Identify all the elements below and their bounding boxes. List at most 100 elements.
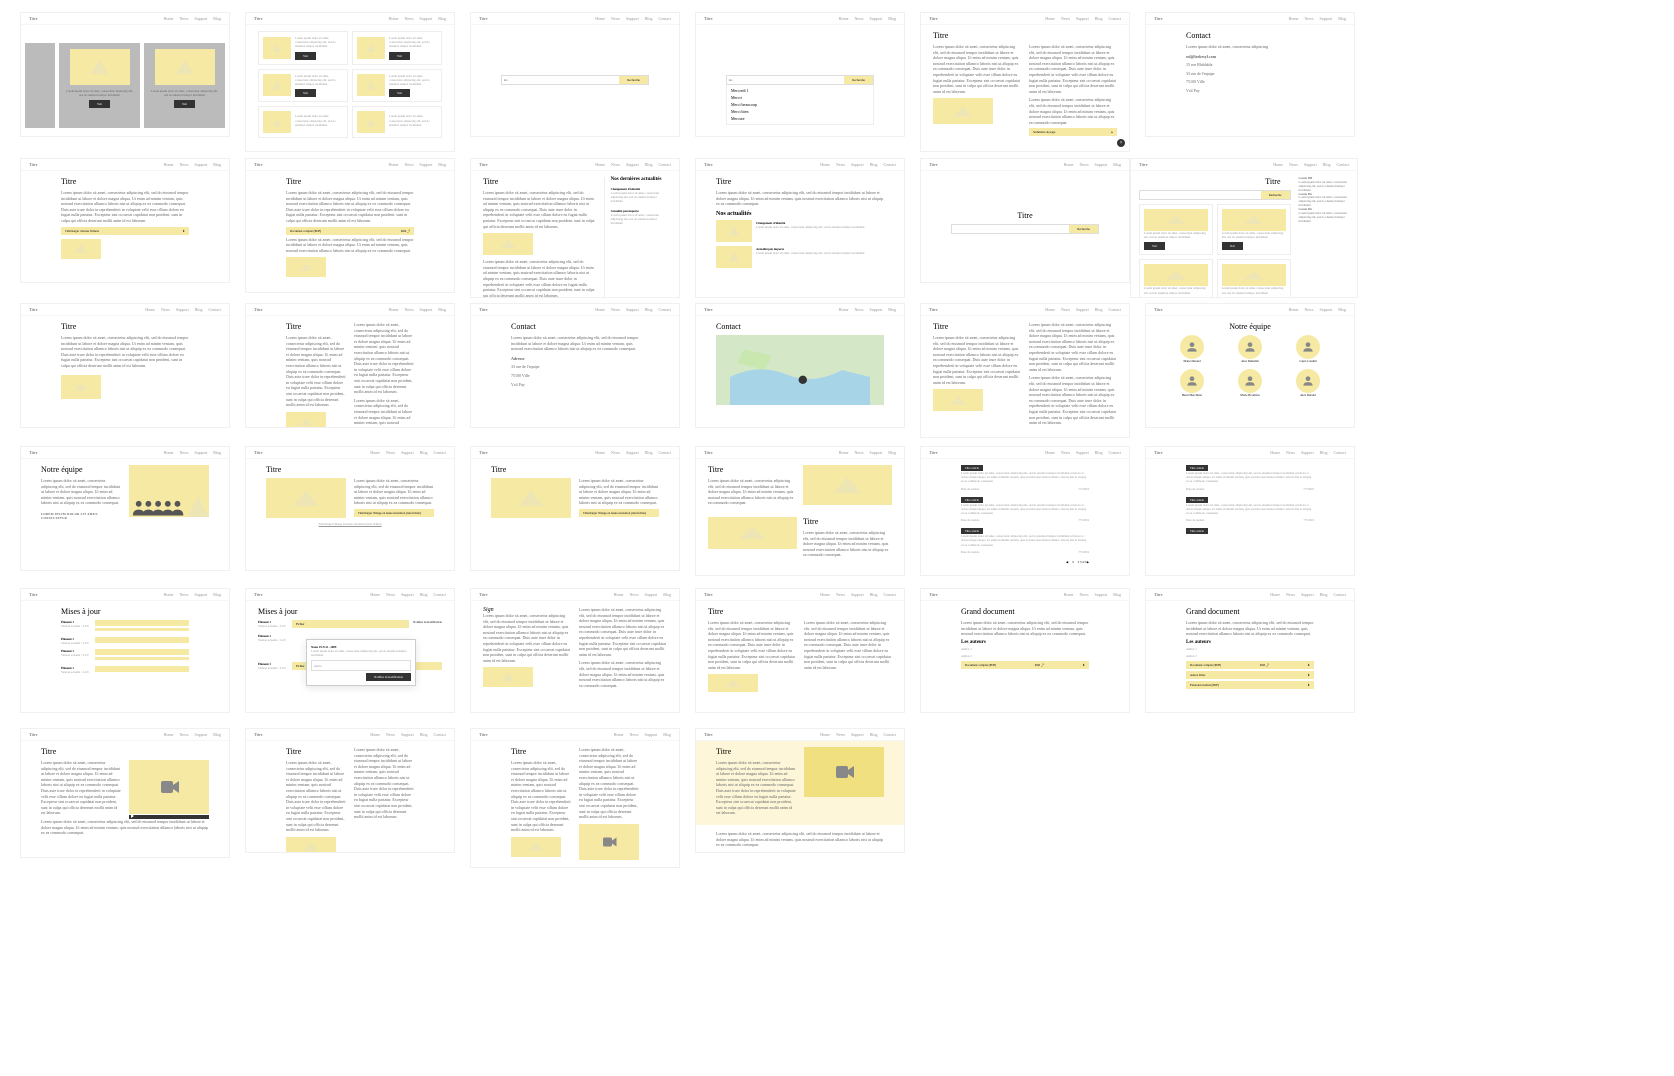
nav-link[interactable]: Home	[164, 450, 174, 455]
nav-link[interactable]: Support	[195, 16, 208, 21]
nav-link[interactable]: Home	[1064, 592, 1074, 597]
nav-link[interactable]: Contact	[659, 307, 671, 312]
nav-link[interactable]: Contact	[1334, 592, 1346, 597]
nav-link[interactable]: News	[179, 592, 188, 597]
nav-link[interactable]: Support	[401, 450, 414, 455]
team-member[interactable]: Henri Mercilleur	[1166, 369, 1218, 397]
nav-link[interactable]: News	[386, 592, 395, 597]
nav-link[interactable]: Support	[645, 592, 658, 597]
nav-link[interactable]: Home	[164, 162, 174, 167]
map-widget[interactable]	[716, 335, 884, 405]
nav-link[interactable]: News	[179, 162, 188, 167]
nav-link[interactable]: News	[611, 450, 620, 455]
carousel-card-2[interactable]: Lorem ipsum dolor sit amet, consectetur …	[144, 43, 225, 128]
nav-link[interactable]: News	[611, 307, 620, 312]
result-card[interactable]: Lorem ipsum dolor sit amet, consectetur …	[1139, 204, 1213, 255]
nav-link[interactable]: Support	[195, 592, 208, 597]
update-row[interactable]: Élément 1Version actuelle : 2.1N	[61, 649, 189, 662]
nav-link[interactable]: Blog	[870, 592, 878, 597]
autocomplete-item[interactable]: Mercredi 1	[729, 87, 871, 94]
nav-link[interactable]: Support	[1095, 592, 1108, 597]
nav-link[interactable]: Contact	[209, 307, 221, 312]
nav-link[interactable]: Home	[1045, 307, 1055, 312]
nav-link[interactable]: News	[404, 307, 413, 312]
nav-link[interactable]: News	[1286, 450, 1295, 455]
nav-link[interactable]: Blog	[888, 450, 896, 455]
nav-link[interactable]: News	[629, 732, 638, 737]
nav-link[interactable]: Blog	[195, 307, 203, 312]
news-row[interactable]: Changement d'identitéLorem ipsum dolor s…	[716, 220, 884, 242]
nav-link[interactable]: Support	[195, 732, 208, 737]
nav-link[interactable]: Home	[370, 592, 380, 597]
nav-link[interactable]: Support	[851, 592, 864, 597]
nav-link[interactable]: Support	[626, 307, 639, 312]
cta-button[interactable]: Voir	[89, 100, 110, 108]
nav-link[interactable]: Home	[370, 732, 380, 737]
nav-link[interactable]: News	[386, 732, 395, 737]
close-icon[interactable]: ×	[1117, 139, 1125, 147]
nav-link[interactable]: Contact	[1109, 16, 1121, 21]
nav-link[interactable]: Home	[595, 450, 605, 455]
nav-link[interactable]: Support	[420, 307, 433, 312]
video-hero[interactable]	[804, 747, 884, 797]
nav-link[interactable]: News	[611, 16, 620, 21]
toc-line[interactable]: Sommaire de page▸	[1029, 128, 1117, 136]
nav-link[interactable]: Support	[1076, 16, 1089, 21]
nav-link[interactable]: Blog	[870, 162, 878, 167]
autocomplete-item[interactable]: Merci beaucoup	[729, 101, 871, 108]
pagination[interactable]: ◀ 1 2 3 4 5 ▶	[961, 560, 1089, 564]
nav-link[interactable]: Support	[176, 307, 189, 312]
nav-link[interactable]: Blog	[1095, 16, 1103, 21]
nav-link[interactable]: Support	[851, 732, 864, 737]
video-progress[interactable]	[129, 815, 209, 819]
nav-link[interactable]: News	[854, 16, 863, 21]
nav-link[interactable]: Blog	[1338, 16, 1346, 21]
nav-link[interactable]: Home	[820, 162, 830, 167]
nav-link[interactable]: Support	[870, 16, 883, 21]
nav-link[interactable]: Contact	[434, 732, 446, 737]
update-row[interactable]: Élément 1Version actuelle : 2.1N	[61, 620, 189, 633]
product-card[interactable]: Lorem ipsum dolor sit amet, consectetur …	[258, 31, 348, 65]
nav-link[interactable]: Support	[1320, 16, 1333, 21]
nav-link[interactable]: News	[1304, 16, 1313, 21]
nav-link[interactable]: Blog	[1095, 450, 1103, 455]
nav-link[interactable]: Contact	[1109, 307, 1121, 312]
article-item[interactable]: Titre articleLorem ipsum dolor sit amet,…	[961, 497, 1089, 523]
search-input[interactable]	[727, 76, 844, 84]
nav-link[interactable]: Home	[1270, 450, 1280, 455]
image-caption-link[interactable]: Télécharger l'image en haute résolution …	[266, 522, 434, 526]
nav-link[interactable]: News	[404, 16, 413, 21]
product-card[interactable]: Lorem ipsum dolor sit amet, consectetur …	[258, 69, 348, 103]
autocomplete-item[interactable]: Merci bien	[729, 108, 871, 115]
logo[interactable]: Titre	[29, 16, 38, 21]
nav-link[interactable]: Contact	[884, 162, 896, 167]
nav-link[interactable]: Home	[1270, 592, 1280, 597]
nav-link[interactable]: Home	[1289, 307, 1299, 312]
nav-link[interactable]: Support	[420, 162, 433, 167]
nav-link[interactable]: Support	[645, 732, 658, 737]
nav-link[interactable]: News	[1061, 450, 1070, 455]
nav-link[interactable]: Blog	[645, 450, 653, 455]
product-card[interactable]: Lorem ipsum dolor sit amet, consectetur …	[258, 106, 348, 138]
nav-link[interactable]: News	[161, 307, 170, 312]
nav-link[interactable]: Support	[401, 732, 414, 737]
nav-link[interactable]: Blog	[213, 16, 221, 21]
nav-link[interactable]: Home	[614, 732, 624, 737]
nav-link[interactable]: Support	[1304, 162, 1317, 167]
nav-link[interactable]: Home	[164, 732, 174, 737]
team-member[interactable]: Marie Brouillon	[1224, 369, 1276, 397]
nav-link[interactable]: Home	[145, 307, 155, 312]
search-button[interactable]: Recherche	[619, 76, 648, 84]
nav-link[interactable]: Blog	[1095, 307, 1103, 312]
nav-link[interactable]: Blog	[213, 450, 221, 455]
product-card[interactable]: Lorem ipsum dolor sit amet, consectetur …	[352, 106, 442, 138]
nav-link[interactable]: Blog	[870, 732, 878, 737]
nav-link[interactable]: News	[629, 592, 638, 597]
nav-link[interactable]: Home	[1064, 162, 1074, 167]
team-member[interactable]: Alex Durand	[1282, 369, 1334, 397]
nav-link[interactable]: Support	[1301, 450, 1314, 455]
nav-link[interactable]: Blog	[438, 307, 446, 312]
nav-link[interactable]: Support	[626, 162, 639, 167]
nav-link[interactable]: Blog	[1338, 307, 1346, 312]
nav-link[interactable]: Home	[595, 162, 605, 167]
